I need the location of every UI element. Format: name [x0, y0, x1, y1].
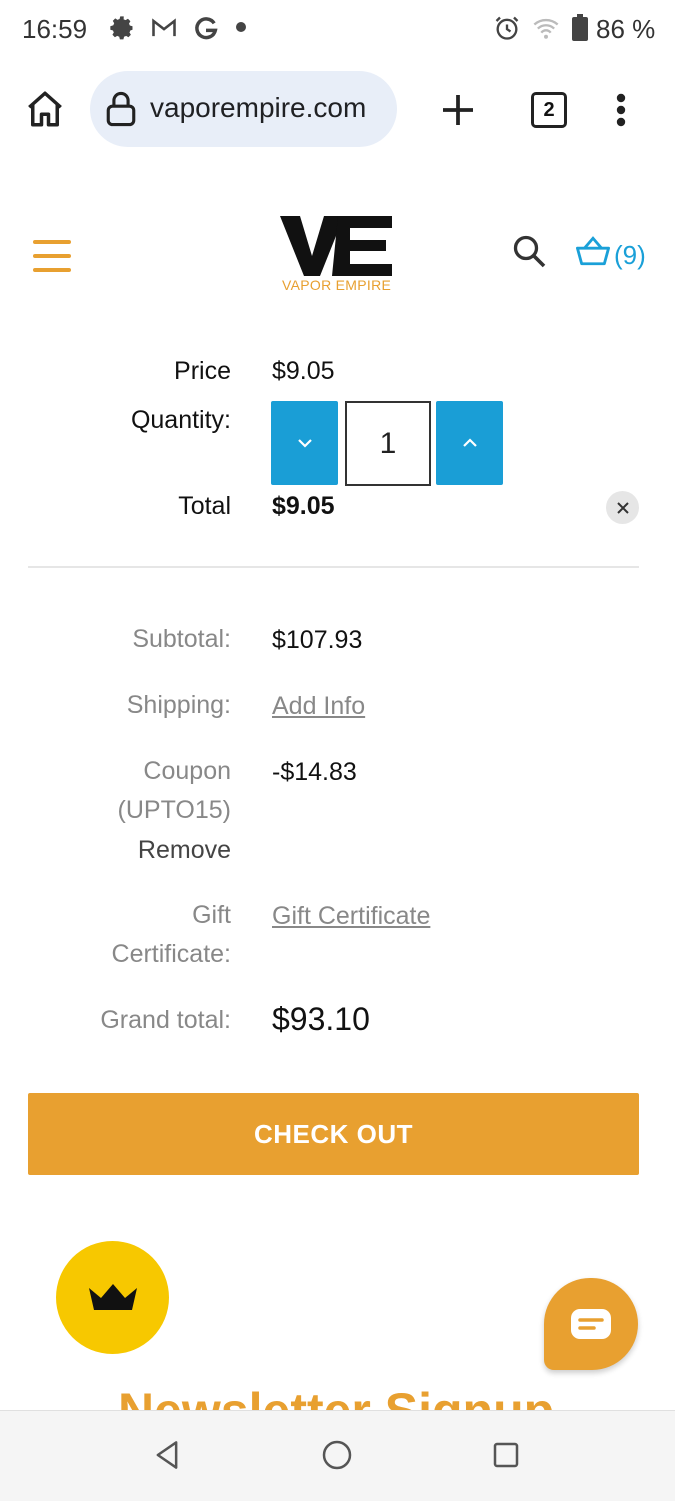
remove-item-button[interactable]: [606, 491, 639, 524]
battery-level: 86 %: [596, 14, 656, 44]
home-icon[interactable]: [24, 88, 66, 135]
status-time: 16:59: [22, 14, 88, 44]
coupon-remove-link[interactable]: Remove: [0, 831, 231, 870]
chevron-up-icon: [462, 438, 477, 447]
subtotal-value: $107.93: [272, 626, 363, 654]
grand-total-label: Grand total:: [100, 1006, 231, 1034]
divider: [28, 566, 639, 568]
subtotal-label: Subtotal:: [132, 625, 231, 653]
quantity-input[interactable]: 1: [345, 401, 431, 486]
home-circle-icon[interactable]: [321, 1439, 353, 1476]
recents-icon[interactable]: [493, 1442, 519, 1473]
close-icon: [616, 501, 629, 514]
cart-basket-icon[interactable]: [576, 236, 610, 271]
url-text[interactable]: vaporempire.com: [150, 92, 366, 124]
shipping-label: Shipping:: [126, 691, 231, 719]
chat-button[interactable]: [544, 1278, 638, 1370]
wifi-icon: [531, 14, 559, 42]
dot-icon: [236, 22, 246, 32]
quantity-increase-button[interactable]: [436, 401, 503, 485]
crown-icon: [88, 1283, 137, 1310]
google-icon: [192, 14, 220, 42]
chevron-down-icon: [297, 439, 312, 448]
coupon-label: Coupon: [143, 757, 231, 785]
site-logo[interactable]: [280, 214, 394, 283]
lock-icon: [104, 90, 138, 133]
checkout-button[interactable]: CHECK OUT: [28, 1093, 639, 1175]
chat-icon: [571, 1309, 611, 1339]
quantity-decrease-button[interactable]: [271, 401, 338, 485]
alarm-icon: [493, 14, 521, 42]
hamburger-menu-icon[interactable]: [33, 240, 71, 274]
gift-certificate-label: Gift: [192, 901, 231, 929]
more-menu-icon[interactable]: [606, 92, 636, 133]
back-icon[interactable]: [153, 1439, 181, 1476]
coupon-value: -$14.83: [272, 758, 357, 786]
price-label: Price: [174, 357, 231, 385]
total-value: $9.05: [272, 492, 335, 520]
quantity-label: Quantity:: [130, 406, 231, 434]
search-icon[interactable]: [511, 233, 547, 274]
rewards-button[interactable]: [56, 1241, 169, 1354]
cart-count[interactable]: (9): [614, 240, 646, 271]
system-navigation-bar: [0, 1410, 675, 1501]
price-value: $9.05: [272, 357, 335, 385]
grand-total-value: $93.10: [272, 1001, 370, 1037]
gmail-icon: [150, 14, 178, 42]
coupon-code: (UPTO15): [117, 796, 231, 824]
battery-icon: [572, 14, 588, 41]
gift-certificate-link[interactable]: Gift Certificate: [272, 902, 430, 931]
gift-certificate-label-2: Certificate:: [111, 940, 231, 968]
browser-toolbar: vaporempire.com 2: [0, 60, 675, 160]
settings-icon: [108, 14, 136, 42]
total-label: Total: [178, 492, 231, 520]
logo-caption: VAPOR EMPIRE: [282, 277, 392, 293]
shipping-add-info-link[interactable]: Add Info: [272, 692, 365, 721]
newsletter-heading: Newsletter Signup: [118, 1383, 555, 1412]
new-tab-icon[interactable]: [440, 92, 476, 133]
status-bar: 16:59 86 %: [0, 0, 675, 58]
tab-switcher[interactable]: 2: [531, 92, 567, 128]
